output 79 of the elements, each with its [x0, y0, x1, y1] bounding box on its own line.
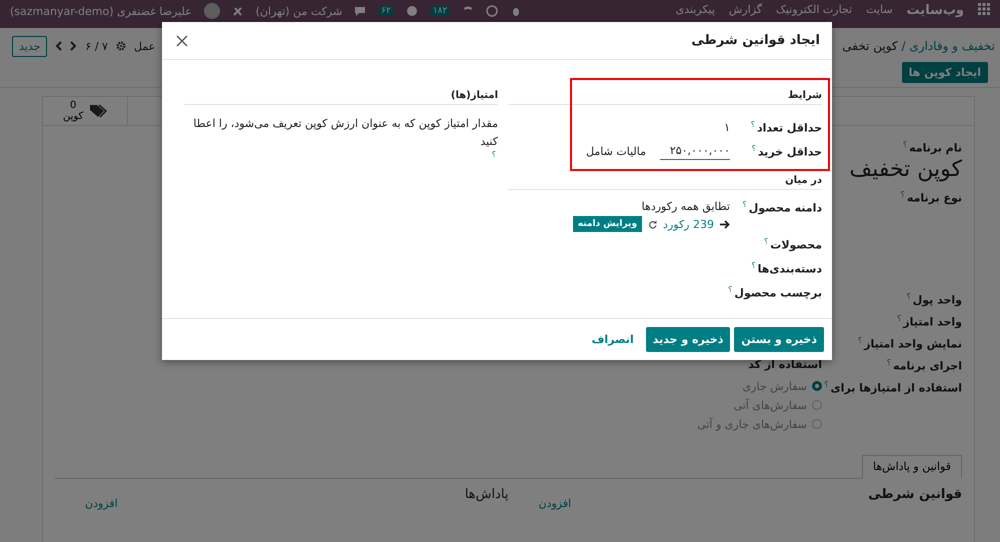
chat-icon[interactable]: [354, 5, 366, 17]
help-mark[interactable]: ؟: [886, 358, 892, 367]
radio-label: سفارش‌های جاری و آتی: [697, 418, 807, 431]
save-button[interactable]: ذخیره و بستن: [734, 327, 824, 352]
help-mark[interactable]: ؟: [764, 236, 768, 246]
chevron-left-icon[interactable]: [55, 41, 62, 51]
tab[interactable]: قوانین و پاداش‌ها: [862, 454, 962, 479]
help-mark[interactable]: ؟: [902, 140, 908, 149]
amount-field[interactable]: ۲۵۰,۰۰۰,۰۰۰: [660, 142, 730, 160]
tools-icon[interactable]: [232, 5, 244, 17]
field-value: تطابق همه رکوردها: [640, 200, 730, 213]
gear-icon[interactable]: [116, 41, 126, 51]
section-heading: شرایط: [508, 90, 822, 105]
apps-grid-icon[interactable]: [978, 3, 990, 15]
section-title: قوانین شرطی: [868, 486, 962, 502]
field-label: اجرای برنامه: [893, 359, 962, 372]
points-description: مقدار امتیاز کوپن که به عنوان ارزش کوپن تعریف می‌شود، را اعطا کنید: [192, 116, 498, 150]
menu-item[interactable]: تجارت الکترونیک: [776, 3, 852, 16]
arrow-right-icon: [720, 220, 730, 228]
field-label: نمایش واحد امتیاز: [864, 337, 962, 350]
edit-domain-button[interactable]: ویرایش دامنه: [572, 216, 642, 232]
tag-icon: [89, 104, 108, 118]
radio-label: سفارش‌های آتی: [734, 398, 807, 412]
refresh-icon[interactable]: [648, 220, 658, 228]
field-label: واحد امتیاز: [903, 315, 962, 328]
field-label: حداقل تعداد: [756, 121, 822, 134]
user-menu[interactable]: علیرضا غضنفری (sazmanyar-demo): [10, 4, 192, 18]
app-name[interactable]: وب‌سایت: [906, 3, 964, 18]
help-mark[interactable]: ؟: [751, 260, 756, 270]
help-mark[interactable]: ؟: [492, 150, 496, 160]
help-mark[interactable]: ؟: [900, 190, 905, 199]
breadcrumb: تخفیف و وفاداری / کوپن تخفی: [842, 39, 995, 53]
new-button[interactable]: جدید: [12, 36, 48, 56]
help-mark[interactable]: ؟: [906, 292, 911, 301]
add-link[interactable]: افزودن: [85, 496, 118, 510]
field-label: برچسب محصول: [734, 286, 822, 300]
activities-badge[interactable]: ۱۸۲: [430, 6, 450, 16]
add-link[interactable]: افزودن: [538, 496, 572, 510]
radio-button[interactable]: [812, 419, 822, 430]
section-heading: امتیاز(ها): [184, 90, 498, 105]
field-label: حداقل خرید: [758, 145, 822, 158]
menu-item[interactable]: گزارش: [728, 3, 762, 16]
field-label: نوع برنامه: [906, 191, 962, 204]
field-label: واحد پول: [912, 293, 962, 306]
radio-button[interactable]: [812, 400, 822, 410]
company-switcher[interactable]: شرکت من (تهران): [256, 4, 342, 18]
messages-badge[interactable]: ۶۲: [378, 6, 394, 16]
records-link[interactable]: 239 رکورد: [663, 218, 714, 230]
program-name: کوپن تخفیف: [849, 156, 962, 182]
save-button[interactable]: ذخیره و جدید: [646, 327, 730, 352]
radio-label: سفارش جاری: [742, 380, 807, 393]
help-mark[interactable]: ؟: [750, 120, 755, 129]
section-heading: در میان: [508, 175, 822, 190]
help-mark[interactable]: ؟: [728, 284, 732, 294]
pager-value: ۷ / ۶: [85, 40, 108, 52]
field-label: دسته‌بندی‌ها: [758, 262, 822, 276]
chevron-right-icon[interactable]: [70, 41, 78, 51]
close-icon[interactable]: [176, 34, 188, 46]
tax-select[interactable]: مالیات شامل: [586, 144, 646, 158]
help-mark[interactable]: ؟: [824, 380, 829, 389]
help-mark[interactable]: ؟: [858, 336, 862, 345]
user-avatar[interactable]: [204, 3, 220, 19]
help-mark[interactable]: ؟: [897, 314, 902, 323]
menu-item[interactable]: سایت: [866, 3, 893, 16]
field-label: نام برنامه: [909, 142, 962, 155]
menu-item[interactable]: پیکربندی: [676, 3, 715, 16]
field-value: استفاده از کد: [748, 358, 822, 371]
create-coupons-button[interactable]: ایجاد کوپن ها: [902, 62, 988, 83]
dialog-title: ایجاد قوانین شرطی: [691, 33, 820, 48]
field-value: ۱: [724, 120, 730, 134]
field-label: استفاده از امتیازها برای: [830, 381, 962, 394]
field-label: محصولات: [770, 238, 822, 252]
cancel-button[interactable]: انصراف: [584, 333, 642, 346]
field-label: دامنه محصول: [748, 202, 822, 215]
radio-button[interactable]: [812, 381, 822, 392]
section-title: پاداش‌ها: [464, 486, 508, 502]
action-menu[interactable]: عمل: [134, 40, 156, 52]
help-mark[interactable]: ؟: [752, 144, 756, 153]
help-mark[interactable]: ؟: [742, 200, 747, 209]
